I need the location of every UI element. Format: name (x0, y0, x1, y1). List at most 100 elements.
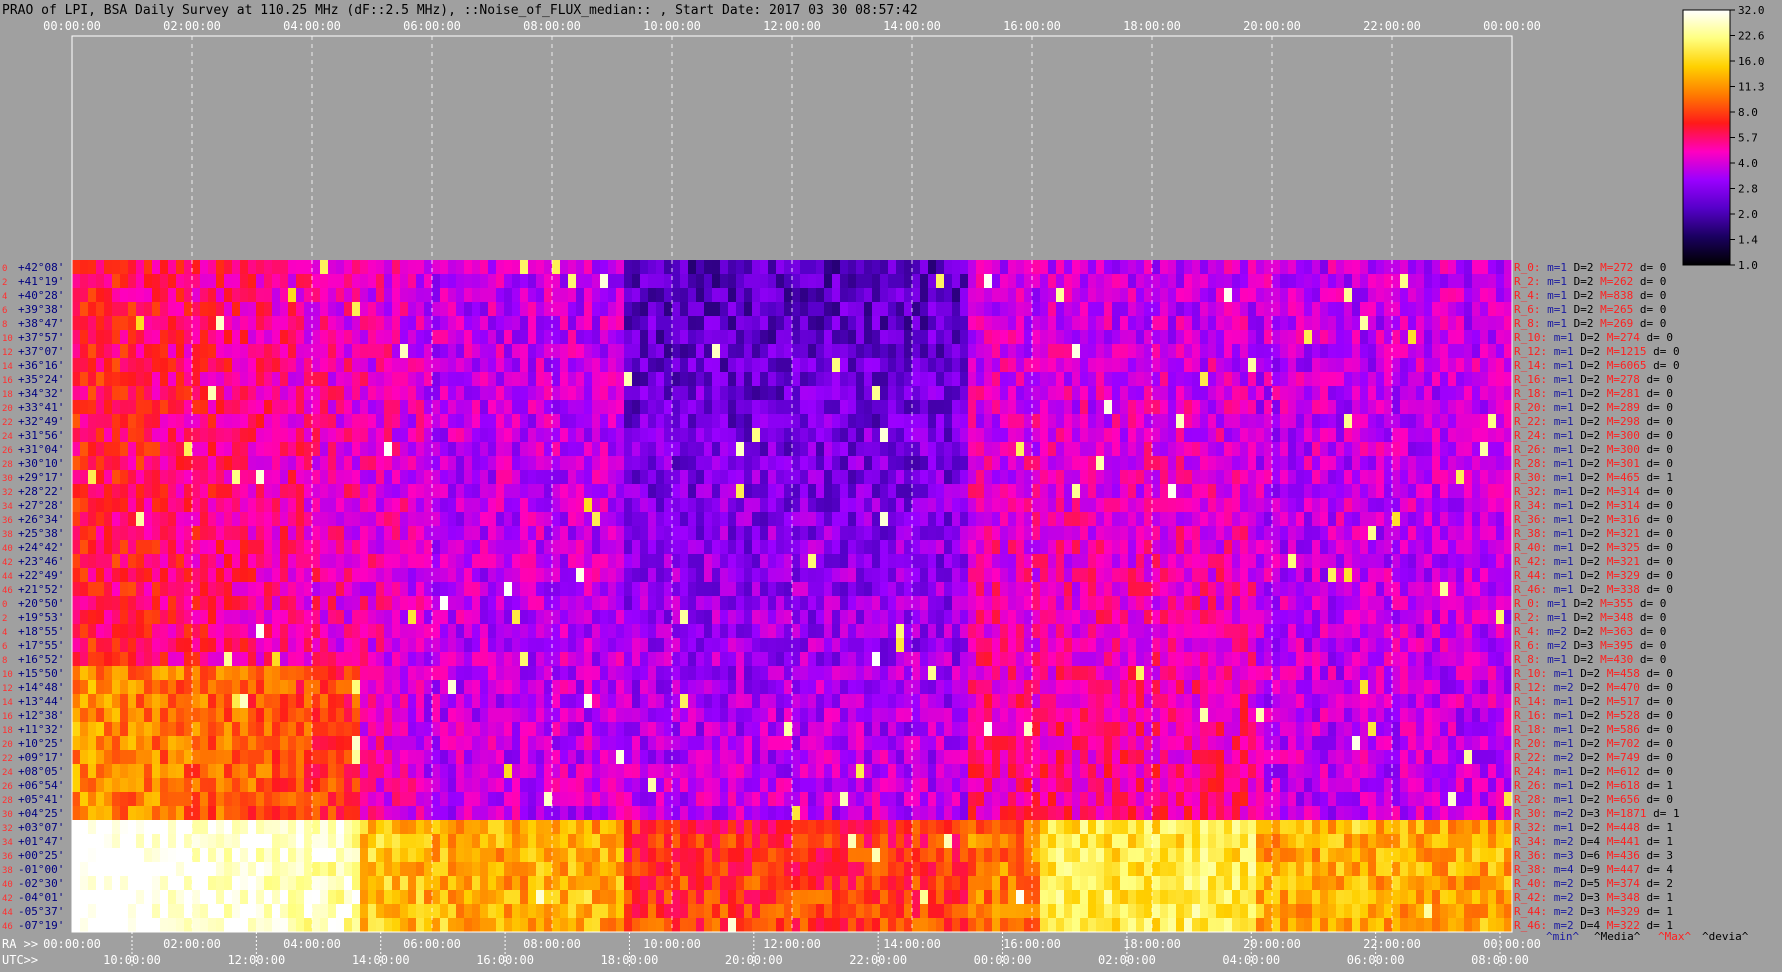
heatmap-cell (776, 274, 785, 289)
heatmap-cell (200, 624, 209, 639)
heatmap-cell (1032, 358, 1041, 373)
heatmap-cell (648, 344, 657, 359)
heatmap-cell (464, 596, 473, 611)
heatmap-cell (352, 540, 361, 555)
heatmap-cell (152, 554, 161, 569)
heatmap-cell (848, 512, 857, 527)
heatmap-cell (80, 302, 89, 317)
heatmap-cell (1240, 330, 1249, 345)
heatmap-cell (632, 274, 641, 289)
heatmap-cell (472, 554, 481, 569)
heatmap-cell (192, 554, 201, 569)
heatmap-cell (488, 372, 497, 387)
heatmap-cell (800, 610, 809, 625)
heatmap-cell (696, 442, 705, 457)
heatmap-cell (712, 526, 721, 541)
heatmap-cell (648, 358, 657, 373)
heatmap-cell (248, 386, 257, 401)
heatmap-cell (136, 274, 145, 289)
heatmap-cell (192, 274, 201, 289)
heatmap-cell (448, 260, 457, 275)
heatmap-cell (280, 260, 289, 275)
heatmap-cell (568, 540, 577, 555)
heatmap-cell (672, 386, 681, 401)
heatmap-cell (1192, 358, 1201, 373)
heatmap-cell (592, 372, 601, 387)
heatmap-cell (312, 624, 321, 639)
heatmap-cell (928, 512, 937, 527)
heatmap-cell (776, 414, 785, 429)
heatmap-cell (672, 526, 681, 541)
heatmap-cell (80, 638, 89, 653)
heatmap-cell (416, 274, 425, 289)
heatmap-cell (1184, 316, 1193, 331)
heatmap-cell (1320, 386, 1329, 401)
heatmap-cell (728, 624, 737, 639)
heatmap-cell (1320, 372, 1329, 387)
heatmap-cell (1104, 470, 1113, 485)
heatmap-cell (680, 260, 689, 275)
heatmap-cell (792, 274, 801, 289)
heatmap-cell (168, 582, 177, 597)
heatmap-cell (608, 330, 617, 345)
heatmap-cell (440, 330, 449, 345)
heatmap-cell (792, 526, 801, 541)
heatmap-cell (976, 442, 985, 457)
heatmap-cell (1056, 330, 1065, 345)
heatmap-cell (720, 554, 729, 569)
heatmap-cell (1104, 484, 1113, 499)
heatmap-cell (1376, 582, 1385, 597)
heatmap-cell (216, 428, 225, 443)
heatmap-cell (440, 358, 449, 373)
heatmap-cell (1056, 260, 1065, 275)
heatmap-cell (208, 512, 217, 527)
heatmap-cell (72, 512, 81, 527)
heatmap-cell (224, 456, 233, 471)
heatmap-cell (96, 610, 105, 625)
heatmap-cell (536, 344, 545, 359)
heatmap-cell (1160, 260, 1169, 275)
heatmap-cell (1168, 484, 1177, 499)
heatmap-cell (1504, 260, 1513, 275)
heatmap-cell (1216, 302, 1225, 317)
heatmap-cell (1408, 372, 1417, 387)
heatmap-cell (296, 414, 305, 429)
heatmap-cell (456, 442, 465, 457)
heatmap-cell (1432, 554, 1441, 569)
heatmap-cell (408, 414, 417, 429)
heatmap-cell (640, 330, 649, 345)
heatmap-cell (944, 274, 953, 289)
heatmap-cell (1208, 428, 1217, 443)
heatmap-cell (824, 568, 833, 583)
heatmap-cell (680, 344, 689, 359)
heatmap-cell (1336, 596, 1345, 611)
heatmap-cell (784, 442, 793, 457)
heatmap-cell (1032, 274, 1041, 289)
heatmap-cell (104, 288, 113, 303)
heatmap-cell (152, 540, 161, 555)
heatmap-cell (912, 274, 921, 289)
heatmap-cell (1504, 498, 1513, 513)
heatmap-cell (296, 330, 305, 345)
heatmap-cell (1168, 526, 1177, 541)
heatmap-cell (976, 526, 985, 541)
heatmap-cell (1000, 386, 1009, 401)
heatmap-cell (1368, 414, 1377, 429)
heatmap-cell (240, 596, 249, 611)
heatmap-cell (1040, 540, 1049, 555)
heatmap-cell (800, 624, 809, 639)
heatmap-cell (1096, 498, 1105, 513)
heatmap-cell (1256, 568, 1265, 583)
heatmap-cell (800, 484, 809, 499)
heatmap-cell (176, 400, 185, 415)
heatmap-cell (1080, 260, 1089, 275)
heatmap-cell (512, 456, 521, 471)
heatmap-cell (760, 316, 769, 331)
heatmap-cell (872, 456, 881, 471)
heatmap-cell (1152, 400, 1161, 415)
heatmap-cell (952, 372, 961, 387)
heatmap-cell (1144, 624, 1153, 639)
heatmap-cell (1072, 568, 1081, 583)
heatmap-cell (1352, 512, 1361, 527)
heatmap-cell (1256, 260, 1265, 275)
